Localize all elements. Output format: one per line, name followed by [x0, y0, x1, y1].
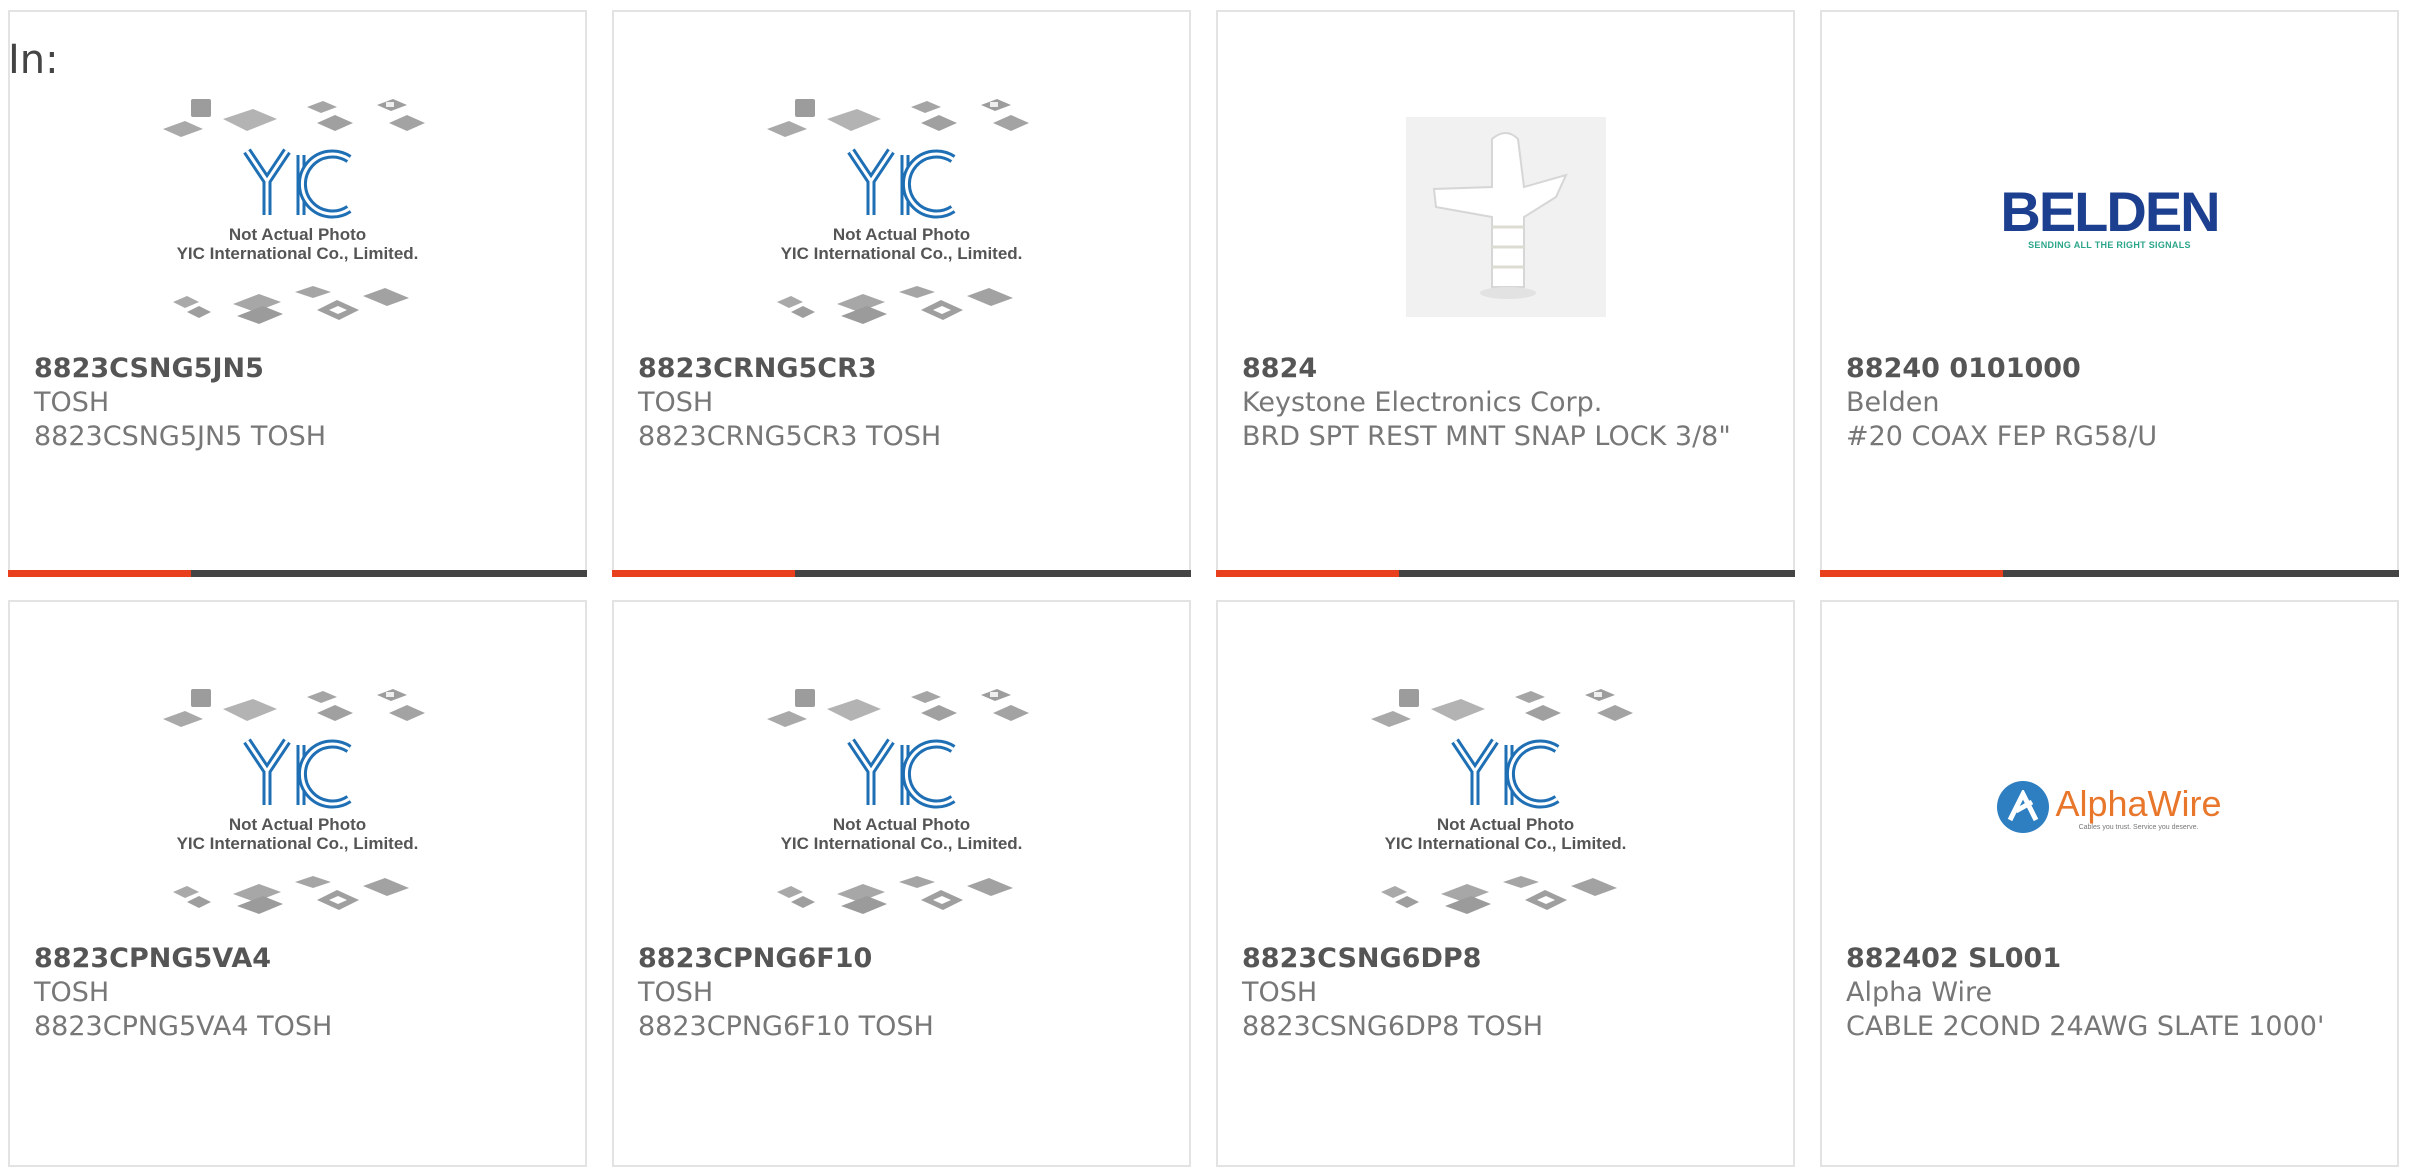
description: #20 COAX FEP RG58/U [1846, 421, 2158, 452]
product-info: 882402 SL001 Alpha Wire CABLE 2COND 24AW… [1846, 942, 2373, 1044]
product-info: 8823CSNG6DP8 TOSH 8823CSNG6DP8 TOSH [1242, 942, 1769, 1044]
description: 8823CPNG6F10 TOSH [638, 1011, 934, 1042]
manufacturer: TOSH [34, 387, 110, 418]
description: BRD SPT REST MNT SNAP LOCK 3/8" [1242, 421, 1731, 452]
part-number[interactable]: 88240 0101000 [1846, 352, 2373, 386]
product-image[interactable]: Not Actual Photo YIC International Co., … [10, 82, 585, 352]
placeholder-note: Not Actual Photo YIC International Co., … [176, 815, 419, 853]
manufacturer: TOSH [1242, 977, 1318, 1008]
manufacturer: TOSH [638, 387, 714, 418]
manufacturer: TOSH [638, 977, 714, 1008]
card-bar [612, 570, 1191, 577]
placeholder-note: Not Actual Photo YIC International Co., … [780, 225, 1023, 263]
manufacturer: TOSH [34, 977, 110, 1008]
product-card[interactable]: Not Actual Photo YIC International Co., … [8, 600, 587, 1167]
card-bar-accent [8, 570, 191, 577]
clip-photo-image [1405, 117, 1606, 317]
product-image[interactable]: Not Actual Photo YIC International Co., … [614, 672, 1189, 942]
product-card[interactable]: Not Actual Photo YIC International Co., … [8, 10, 587, 577]
part-number[interactable]: 8823CPNG6F10 [638, 942, 1165, 976]
product-info: 8824 Keystone Electronics Corp. BRD SPT … [1242, 352, 1769, 454]
alpha-circle-icon [1997, 781, 2050, 833]
description: 8823CSNG5JN5 TOSH [34, 421, 327, 452]
product-image[interactable]: Not Actual Photo YIC International Co., … [614, 82, 1189, 352]
part-number[interactable]: 8823CSNG6DP8 [1242, 942, 1769, 976]
product-image[interactable]: AlphaWire Cables you trust. Service you … [1822, 672, 2397, 942]
product-card[interactable]: BELDEN SENDING ALL THE RIGHT SIGNALS 882… [1820, 10, 2399, 577]
in-label: In: [8, 37, 59, 83]
manufacturer: Alpha Wire [1846, 977, 1993, 1008]
product-card[interactable]: Not Actual Photo YIC International Co., … [1216, 600, 1795, 1167]
part-number[interactable]: 8823CPNG5VA4 [34, 942, 561, 976]
yic-placeholder-image: Not Actual Photo YIC International Co., … [766, 687, 1037, 927]
placeholder-note: Not Actual Photo YIC International Co., … [1384, 815, 1627, 853]
part-number[interactable]: 882402 SL001 [1846, 942, 2373, 976]
description: CABLE 2COND 24AWG SLATE 1000' [1846, 1011, 2325, 1042]
product-card[interactable]: Not Actual Photo YIC International Co., … [612, 600, 1191, 1167]
card-bar [8, 570, 587, 577]
product-image[interactable]: Not Actual Photo YIC International Co., … [10, 672, 585, 942]
description: 8823CPNG5VA4 TOSH [34, 1011, 333, 1042]
description: 8823CRNG5CR3 TOSH [638, 421, 942, 452]
part-number[interactable]: 8823CSNG5JN5 [34, 352, 561, 386]
product-image[interactable] [1218, 82, 1793, 352]
card-bar-accent [1820, 570, 2003, 577]
product-info: 8823CPNG6F10 TOSH 8823CPNG6F10 TOSH [638, 942, 1165, 1044]
product-info: 88240 0101000 Belden #20 COAX FEP RG58/U [1846, 352, 2373, 454]
card-bar [1216, 570, 1795, 577]
card-bar [1820, 570, 2399, 577]
yic-placeholder-image: Not Actual Photo YIC International Co., … [162, 97, 433, 337]
yic-placeholder-image: Not Actual Photo YIC International Co., … [162, 687, 433, 927]
product-card[interactable]: 8824 Keystone Electronics Corp. BRD SPT … [1216, 10, 1795, 577]
product-info: 8823CRNG5CR3 TOSH 8823CRNG5CR3 TOSH [638, 352, 1165, 454]
description: 8823CSNG6DP8 TOSH [1242, 1011, 1544, 1042]
product-info: 8823CSNG5JN5 TOSH 8823CSNG5JN5 TOSH [34, 352, 561, 454]
part-number[interactable]: 8823CRNG5CR3 [638, 352, 1165, 386]
product-info: 8823CPNG5VA4 TOSH 8823CPNG5VA4 TOSH [34, 942, 561, 1044]
placeholder-note: Not Actual Photo YIC International Co., … [176, 225, 419, 263]
product-grid: Not Actual Photo YIC International Co., … [8, 10, 2399, 1167]
manufacturer: Belden [1846, 387, 1940, 418]
card-bar-accent [1216, 570, 1399, 577]
belden-logo: BELDEN SENDING ALL THE RIGHT SIGNALS [2000, 180, 2220, 251]
placeholder-note: Not Actual Photo YIC International Co., … [780, 815, 1023, 853]
product-image[interactable]: Not Actual Photo YIC International Co., … [1218, 672, 1793, 942]
alphawire-logo: AlphaWire Cables you trust. Service you … [1997, 781, 2222, 833]
product-image[interactable]: BELDEN SENDING ALL THE RIGHT SIGNALS [1822, 82, 2397, 352]
card-bar-accent [612, 570, 795, 577]
product-card[interactable]: AlphaWire Cables you trust. Service you … [1820, 600, 2399, 1167]
part-number[interactable]: 8824 [1242, 352, 1769, 386]
manufacturer: Keystone Electronics Corp. [1242, 387, 1603, 418]
yic-placeholder-image: Not Actual Photo YIC International Co., … [1370, 687, 1641, 927]
yic-placeholder-image: Not Actual Photo YIC International Co., … [766, 97, 1037, 337]
product-card[interactable]: Not Actual Photo YIC International Co., … [612, 10, 1191, 577]
